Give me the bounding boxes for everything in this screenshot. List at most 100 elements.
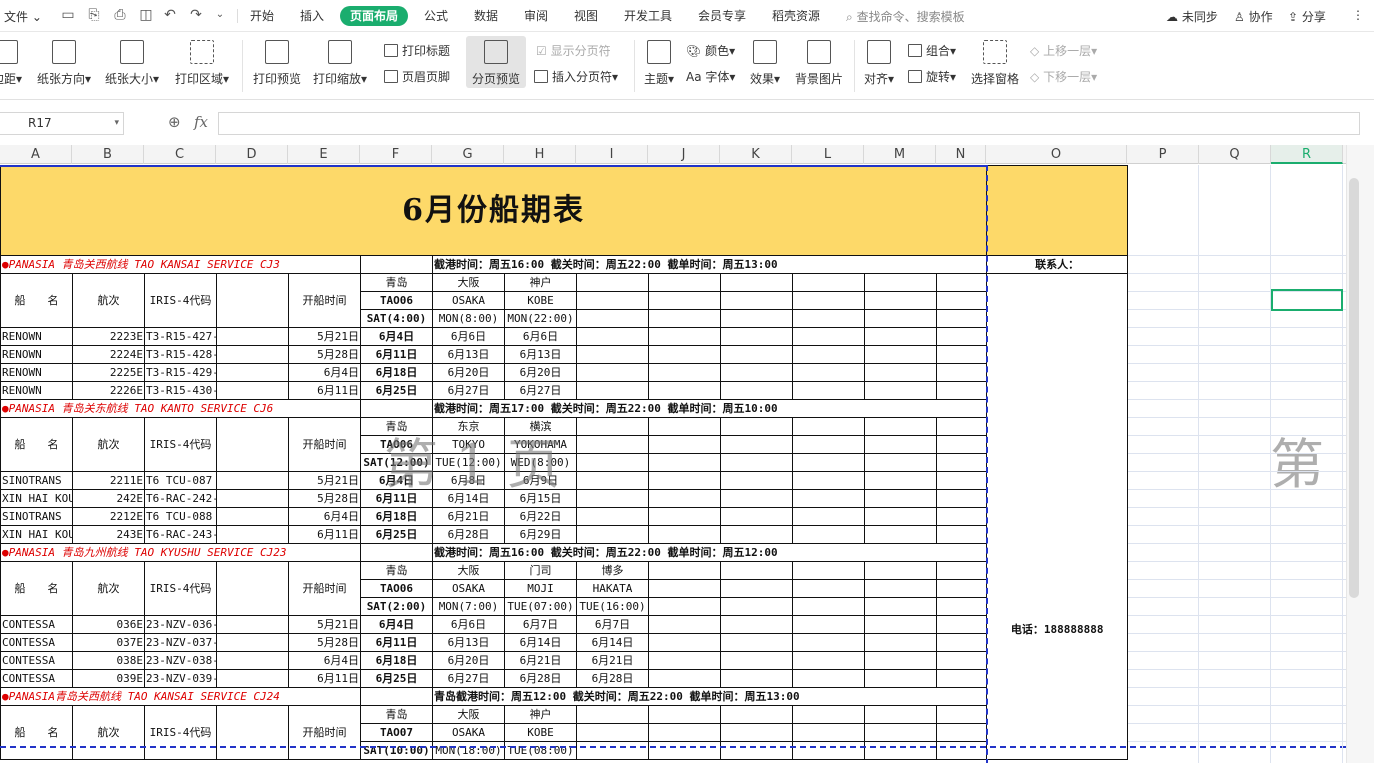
cell[interactable] — [865, 598, 937, 616]
share-button[interactable]: ⇪ 分享 — [1288, 8, 1326, 25]
port-times-cell[interactable]: MON(8:00) — [433, 310, 505, 328]
tab-data[interactable]: 数据 — [470, 6, 502, 26]
print-titles-button[interactable]: 打印标题 — [384, 42, 450, 59]
voyage[interactable]: 036E — [73, 616, 145, 634]
iris-code[interactable]: T3-R15-429-E — [145, 364, 217, 382]
cell[interactable] — [865, 508, 937, 526]
port-times-cell[interactable]: SAT(2:00) — [361, 598, 433, 616]
header-sail-time[interactable]: 开船时间 — [289, 706, 361, 760]
cell[interactable] — [793, 436, 865, 454]
cell[interactable] — [217, 508, 289, 526]
cell[interactable] — [987, 166, 1128, 256]
cell[interactable] — [721, 508, 793, 526]
port-date[interactable] — [577, 472, 649, 490]
background-image-button[interactable]: 背景图片 — [792, 40, 846, 87]
sheet-area[interactable]: 6月份船期表●PANASIA 青岛关西航线 TAO KANSAI SERVICE… — [0, 165, 1346, 763]
cell[interactable] — [865, 292, 937, 310]
port-date[interactable]: 6月22日 — [505, 508, 577, 526]
cell[interactable] — [721, 382, 793, 400]
voyage[interactable]: 242E — [73, 490, 145, 508]
port-date[interactable]: 6月6日 — [505, 328, 577, 346]
port-date[interactable] — [577, 490, 649, 508]
cell[interactable] — [649, 580, 721, 598]
cell[interactable] — [217, 562, 289, 616]
cell[interactable] — [793, 562, 865, 580]
column-header-n[interactable]: N — [936, 145, 986, 164]
cell[interactable] — [649, 436, 721, 454]
route-name[interactable]: ●PANASIA 青岛九州航线 TAO KYUSHU SERVICE CJ23 — [1, 544, 361, 562]
column-header-h[interactable]: H — [504, 145, 576, 164]
route-name[interactable]: ●PANASIA 青岛关西航线 TAO KANSAI SERVICE CJ3 — [1, 256, 361, 274]
sail-date[interactable]: 6月11日 — [289, 382, 361, 400]
cell[interactable] — [793, 328, 865, 346]
column-header-i[interactable]: I — [576, 145, 648, 164]
header-voyage[interactable]: 航次 — [73, 274, 145, 328]
port-ports-cell[interactable]: 大阪 — [433, 562, 505, 580]
search-box[interactable]: ⌕ 查找命令、搜索模板 — [846, 8, 965, 25]
voyage[interactable]: 037E — [73, 634, 145, 652]
cell[interactable] — [793, 742, 865, 760]
cell[interactable] — [865, 706, 937, 724]
column-header-c[interactable]: C — [144, 145, 216, 164]
cell[interactable] — [649, 292, 721, 310]
cell[interactable] — [793, 724, 865, 742]
selection-pane-button[interactable]: 选择窗格 — [970, 40, 1020, 87]
port-date[interactable]: 6月18日 — [361, 508, 433, 526]
column-header-k[interactable]: K — [720, 145, 792, 164]
voyage[interactable]: 2226E — [73, 382, 145, 400]
port-ports-cell[interactable]: 青岛 — [361, 706, 433, 724]
cell[interactable] — [649, 670, 721, 688]
cell[interactable] — [793, 346, 865, 364]
cell[interactable] — [217, 634, 289, 652]
ship-name[interactable]: SINOTRANS — [1, 508, 73, 526]
cell[interactable] — [721, 706, 793, 724]
undo-icon[interactable]: ↶ — [162, 7, 178, 23]
ship-name[interactable]: CONTESSA — [1, 634, 73, 652]
column-header-q[interactable]: Q — [1199, 145, 1271, 164]
cell[interactable] — [937, 418, 987, 436]
cell[interactable] — [865, 346, 937, 364]
cell[interactable] — [865, 742, 937, 760]
sail-date[interactable]: 5月21日 — [289, 616, 361, 634]
cell[interactable] — [937, 616, 987, 634]
vertical-scroll-thumb[interactable] — [1349, 178, 1359, 598]
collab-button[interactable]: ♙ 协作 — [1234, 8, 1273, 25]
file-menu[interactable]: 文件 ⌄ — [4, 8, 42, 25]
header-iris-code[interactable]: IRIS-4代码 — [145, 706, 217, 760]
cell[interactable] — [865, 310, 937, 328]
port-date[interactable]: 6月6日 — [433, 616, 505, 634]
ship-name[interactable]: RENOWN — [1, 328, 73, 346]
cell[interactable] — [793, 454, 865, 472]
cell[interactable] — [865, 526, 937, 544]
cell[interactable] — [361, 688, 433, 706]
chevron-down-icon[interactable]: ⌄ — [212, 7, 228, 23]
rotate-button[interactable]: 旋转▾ — [908, 68, 956, 85]
port-date[interactable]: 6月7日 — [577, 616, 649, 634]
port-times-cell[interactable]: TUE(07:00) — [505, 598, 577, 616]
cell[interactable] — [217, 418, 289, 472]
voyage[interactable]: 2212E — [73, 508, 145, 526]
insert-page-break-button[interactable]: 插入分页符▾ — [534, 68, 618, 85]
voyage[interactable]: 038E — [73, 652, 145, 670]
port-ports-cell[interactable]: 青岛 — [361, 274, 433, 292]
cell[interactable] — [577, 310, 649, 328]
port-codes-cell[interactable]: OSAKA — [433, 292, 505, 310]
voyage[interactable]: 039E — [73, 670, 145, 688]
header-ship-name[interactable]: 船 名 — [1, 418, 73, 472]
port-times-cell[interactable]: TUE(08:00) — [505, 742, 577, 760]
ship-name[interactable]: RENOWN — [1, 364, 73, 382]
sail-date[interactable]: 6月4日 — [289, 364, 361, 382]
cell[interactable] — [937, 634, 987, 652]
cell[interactable] — [217, 652, 289, 670]
cell[interactable] — [721, 310, 793, 328]
cell[interactable] — [217, 526, 289, 544]
cell[interactable] — [649, 634, 721, 652]
save-icon[interactable]: ▭ — [60, 7, 76, 23]
cell[interactable] — [793, 472, 865, 490]
port-date[interactable]: 6月13日 — [433, 346, 505, 364]
name-box[interactable]: R17▾ — [0, 112, 124, 135]
port-date[interactable]: 6月4日 — [361, 616, 433, 634]
export-icon[interactable]: ⎘ — [86, 7, 102, 23]
selected-cell[interactable] — [1271, 289, 1343, 311]
cell[interactable] — [793, 292, 865, 310]
